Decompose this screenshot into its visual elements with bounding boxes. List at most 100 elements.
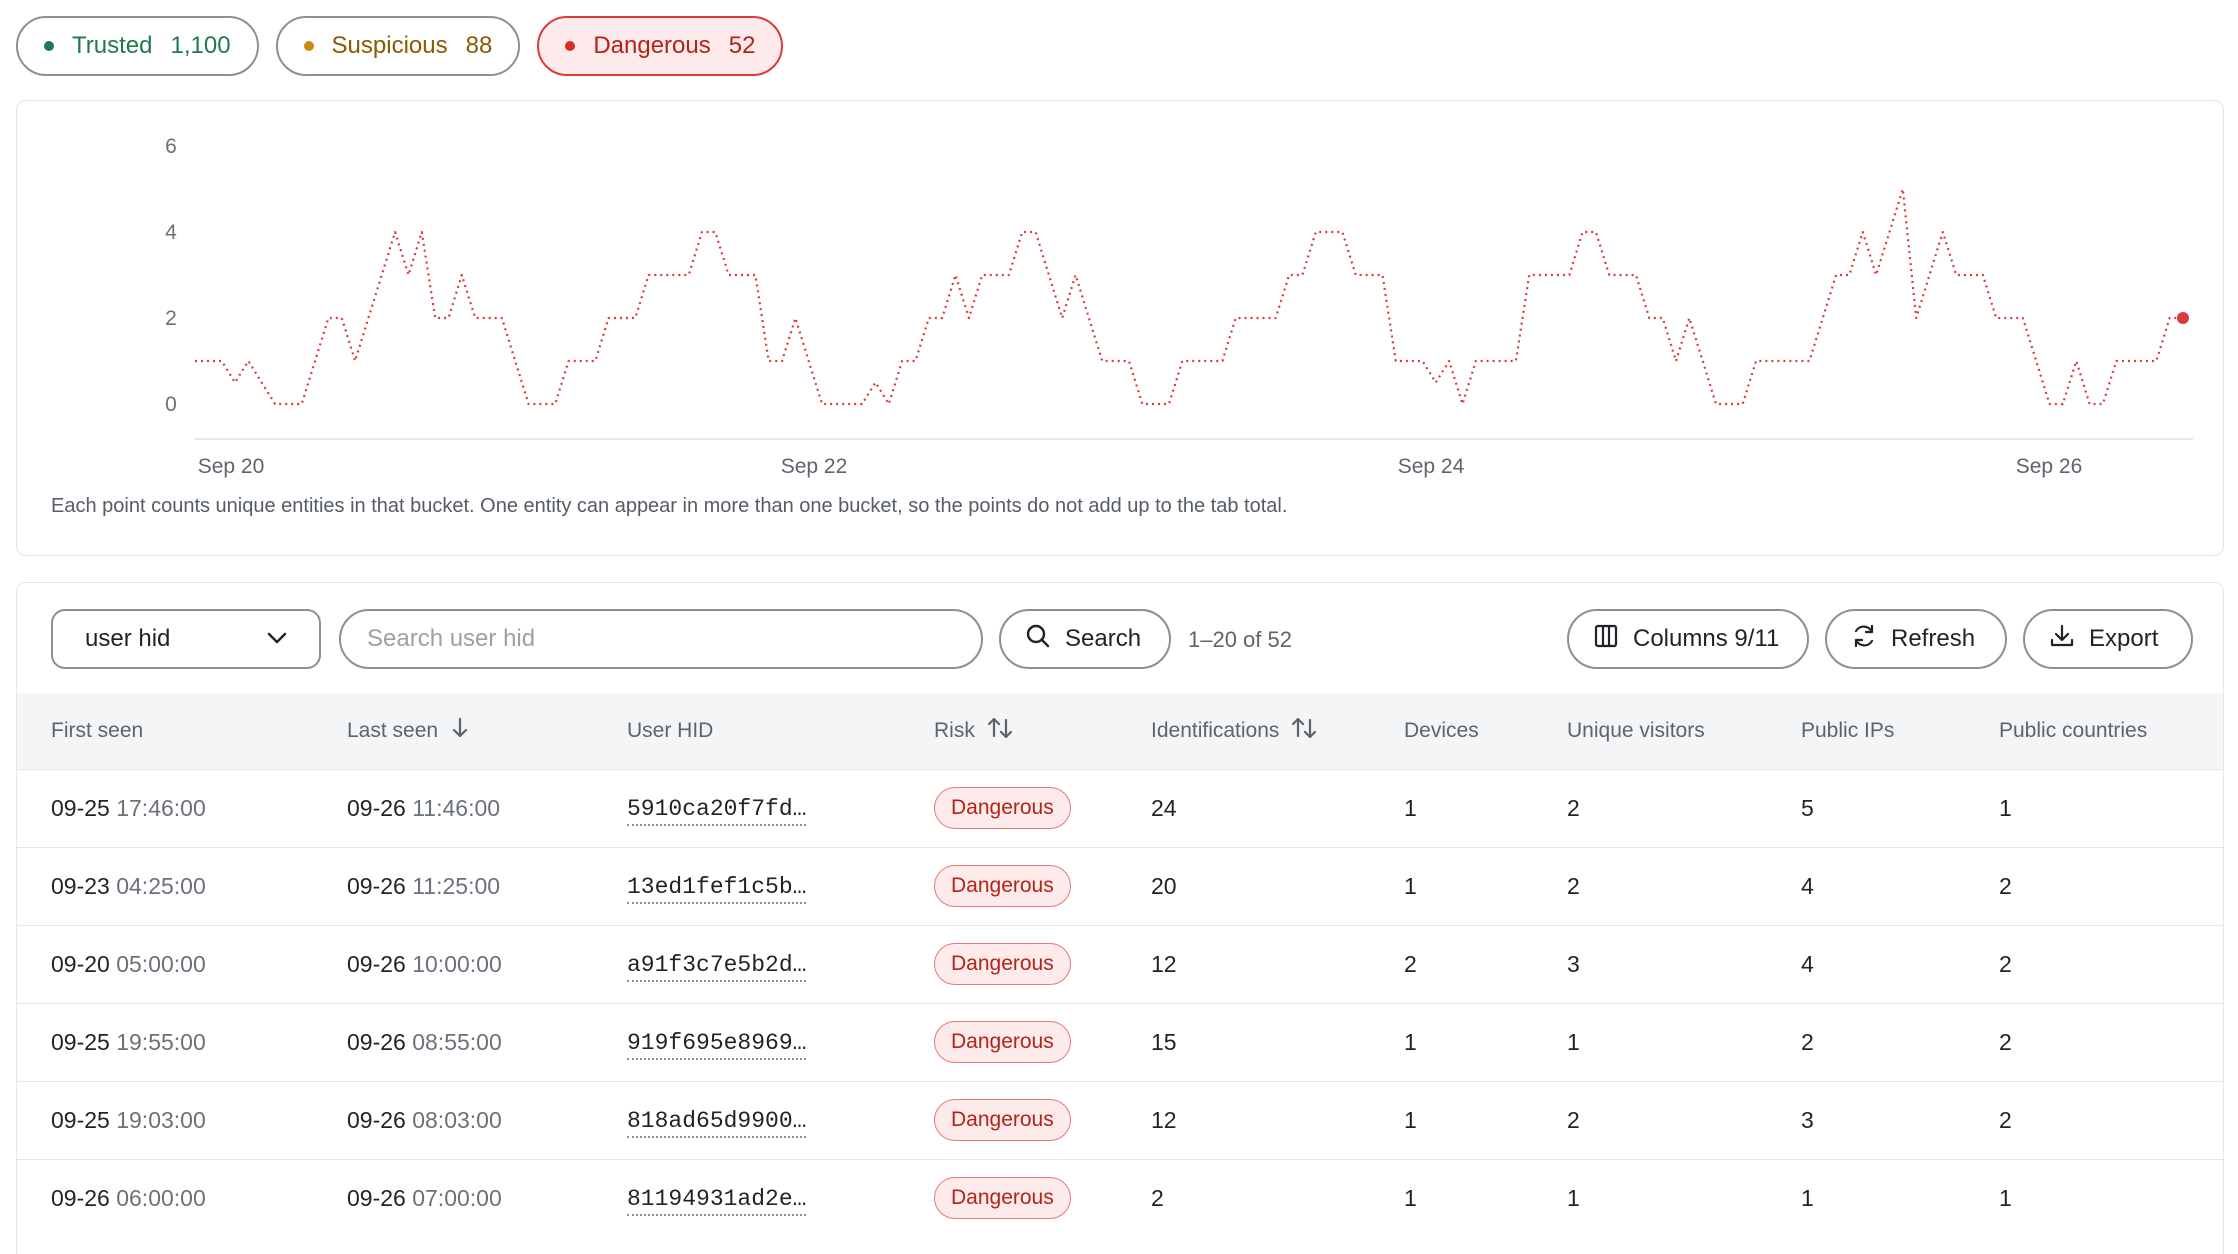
user-hid-cell[interactable]: 13ed1fef1c5b… bbox=[627, 847, 934, 925]
risk-cell: Dangerous bbox=[934, 1159, 1151, 1237]
timeline-chart-card: 0 2 4 6 Sep 20 Sep 22 Sep 24 Sep 26 Each point … bbox=[16, 100, 2224, 556]
identifications-cell: 12 bbox=[1151, 950, 1177, 977]
public-countries-cell: 1 bbox=[1999, 1184, 2012, 1211]
download-icon bbox=[2049, 623, 2075, 656]
trusted-dot-icon bbox=[44, 41, 54, 51]
user-hid-cell[interactable]: 5910ca20f7fd… bbox=[627, 769, 934, 847]
public-countries-cell: 2 bbox=[1999, 872, 2012, 899]
col-user-hid[interactable]: User HID bbox=[627, 693, 934, 769]
public-ips-cell: 1 bbox=[1801, 1184, 1814, 1211]
unique-visitors-cell: 3 bbox=[1567, 950, 1580, 977]
y-tick-label: 4 bbox=[165, 221, 177, 244]
columns-button[interactable]: Columns 9/11 bbox=[1567, 609, 1809, 669]
devices-cell: 1 bbox=[1404, 1028, 1417, 1055]
devices-cell: 1 bbox=[1404, 872, 1417, 899]
first-seen-cell: 09-23 04:25:00 bbox=[51, 872, 206, 899]
risk-cell: Dangerous bbox=[934, 1081, 1151, 1159]
identifications-cell: 12 bbox=[1151, 1106, 1177, 1133]
user-hid-link[interactable]: 818ad65d9900… bbox=[627, 1108, 807, 1138]
col-last-seen[interactable]: Last seen bbox=[347, 693, 627, 769]
identifications-cell: 20 bbox=[1151, 872, 1177, 899]
search-button-label: Search bbox=[1065, 625, 1142, 652]
unique-visitors-cell: 1 bbox=[1567, 1184, 1580, 1211]
table-row[interactable]: 09-20 05:00:00 09-26 10:00:00 a91f3c7e5b2d… bbox=[17, 925, 2223, 1003]
user-hid-link[interactable]: 81194931ad2e… bbox=[627, 1186, 807, 1217]
tab-dangerous[interactable]: Dangerous 52 bbox=[537, 16, 784, 76]
table-row[interactable]: 09-25 17:46:00 09-26 11:46:00 5910ca20f7fd… bbox=[17, 769, 2223, 847]
search-button[interactable]: Search bbox=[999, 609, 1171, 669]
col-identifications[interactable]: Identifications bbox=[1151, 693, 1404, 769]
unique-visitors-cell: 2 bbox=[1567, 1106, 1580, 1133]
x-tick-label: Sep 26 bbox=[2016, 455, 2083, 478]
last-seen-cell: 09-26 11:25:00 bbox=[347, 872, 501, 899]
col-unique-visitors[interactable]: Unique visitors bbox=[1567, 693, 1801, 769]
y-tick-label: 2 bbox=[165, 307, 177, 330]
user-hid-link[interactable]: a91f3c7e5b2d… bbox=[627, 952, 807, 982]
col-public-ips[interactable]: Public IPs bbox=[1801, 693, 1999, 769]
tab-trusted-count: 1,100 bbox=[170, 32, 231, 59]
entities-table-card: user hid Search 1–20 of 52 Columns 9/11 … bbox=[16, 582, 2224, 1254]
table-toolbar: user hid Search 1–20 of 52 Columns 9/11 … bbox=[17, 583, 2223, 693]
sort-icon bbox=[1291, 716, 1317, 746]
identifications-cell: 2 bbox=[1151, 1184, 1164, 1211]
user-hid-link[interactable]: 13ed1fef1c5b… bbox=[627, 874, 807, 904]
tab-trusted[interactable]: Trusted 1,100 bbox=[16, 16, 259, 76]
public-ips-cell: 4 bbox=[1801, 950, 1814, 977]
tab-suspicious-label: Suspicious bbox=[331, 32, 448, 59]
refresh-button[interactable]: Refresh bbox=[1825, 609, 2007, 669]
user-hid-link[interactable]: 919f695e8969… bbox=[627, 1030, 807, 1060]
first-seen-cell: 09-25 17:46:00 bbox=[51, 794, 206, 821]
table-row[interactable]: 09-25 19:03:00 09-26 08:03:00 818ad65d9900… bbox=[17, 1081, 2223, 1159]
entities-table: First seen Last seen User HID Risk Ident… bbox=[17, 693, 2223, 1237]
refresh-button-label: Refresh bbox=[1891, 625, 1976, 652]
col-risk[interactable]: Risk bbox=[934, 693, 1151, 769]
col-devices[interactable]: Devices bbox=[1404, 693, 1567, 769]
public-ips-cell: 3 bbox=[1801, 1106, 1814, 1133]
sort-icon bbox=[987, 716, 1013, 746]
identifications-cell: 24 bbox=[1151, 794, 1177, 821]
risk-badge: Dangerous bbox=[934, 1177, 1071, 1220]
devices-cell: 2 bbox=[1404, 950, 1417, 977]
tab-suspicious[interactable]: Suspicious 88 bbox=[275, 16, 521, 76]
y-tick-label: 0 bbox=[165, 393, 177, 416]
user-hid-cell[interactable]: 919f695e8969… bbox=[627, 1003, 934, 1081]
public-ips-cell: 2 bbox=[1801, 1028, 1814, 1055]
risk-badge: Dangerous bbox=[934, 1099, 1071, 1141]
user-hid-link[interactable]: 5910ca20f7fd… bbox=[627, 796, 807, 826]
export-button-label: Export bbox=[2089, 625, 2159, 652]
last-seen-cell: 09-26 07:00:00 bbox=[347, 1184, 502, 1211]
public-countries-cell: 1 bbox=[1999, 794, 2012, 821]
table-row[interactable]: 09-23 04:25:00 09-26 11:25:00 13ed1fef1c5b… bbox=[17, 847, 2223, 925]
table-header-row: First seen Last seen User HID Risk Ident… bbox=[17, 693, 2223, 769]
timeline-chart: 0 2 4 6 Sep 20 Sep 22 Sep 24 Sep 26 bbox=[165, 135, 2193, 478]
user-hid-cell[interactable]: a91f3c7e5b2d… bbox=[627, 925, 934, 1003]
col-first-seen[interactable]: First seen bbox=[17, 693, 347, 769]
search-input[interactable] bbox=[339, 609, 983, 669]
table-row[interactable]: 09-26 06:00:00 09-26 07:00:00 81194931ad2e… bbox=[17, 1159, 2223, 1237]
risk-cell: Dangerous bbox=[934, 925, 1151, 1003]
suspicious-dot-icon bbox=[303, 41, 314, 51]
y-tick-label: 6 bbox=[165, 135, 177, 158]
col-public-countries[interactable]: Public countries bbox=[1999, 693, 2223, 769]
unique-visitors-cell: 1 bbox=[1567, 1028, 1580, 1055]
dangerous-dot-icon bbox=[565, 41, 576, 51]
user-hid-cell[interactable]: 81194931ad2e… bbox=[627, 1159, 934, 1237]
field-select-value: user hid bbox=[85, 625, 171, 652]
chevron-down-icon bbox=[267, 628, 287, 651]
user-hid-cell[interactable]: 818ad65d9900… bbox=[627, 1081, 934, 1159]
columns-icon bbox=[1593, 623, 1619, 656]
last-seen-cell: 09-26 08:03:00 bbox=[347, 1106, 502, 1133]
tab-dangerous-label: Dangerous bbox=[593, 32, 711, 59]
first-seen-cell: 09-25 19:03:00 bbox=[51, 1106, 206, 1133]
first-seen-cell: 09-20 05:00:00 bbox=[51, 950, 206, 977]
risk-cell: Dangerous bbox=[934, 1003, 1151, 1081]
first-seen-cell: 09-26 06:00:00 bbox=[51, 1184, 206, 1211]
public-ips-cell: 4 bbox=[1801, 872, 1814, 899]
identifications-cell: 15 bbox=[1151, 1028, 1177, 1055]
field-select[interactable]: user hid bbox=[51, 609, 321, 669]
table-row[interactable]: 09-25 19:55:00 09-26 08:55:00 919f695e8969… bbox=[17, 1003, 2223, 1081]
risk-badge: Dangerous bbox=[934, 865, 1071, 907]
export-button[interactable]: Export bbox=[2023, 609, 2193, 669]
pagination-range: 1–20 of 52 bbox=[1188, 627, 1292, 652]
risk-cell: Dangerous bbox=[934, 769, 1151, 847]
